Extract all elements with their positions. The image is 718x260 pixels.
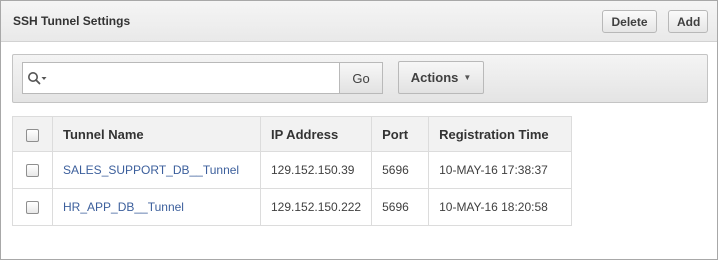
- search-input[interactable]: [53, 63, 382, 93]
- table-header-row: Tunnel Name IP Address Port Registration…: [12, 116, 572, 152]
- ip-address-cell: 129.152.150.222: [259, 188, 373, 226]
- column-header-ip-address[interactable]: IP Address: [259, 116, 373, 152]
- registration-time-cell: 10-MAY-16 17:38:37: [428, 151, 572, 189]
- search-field: [22, 62, 383, 94]
- go-button[interactable]: Go: [339, 62, 383, 94]
- tunnel-name-link[interactable]: HR_APP_DB__Tunnel: [63, 200, 184, 214]
- ip-address-cell: 129.152.150.39: [259, 151, 373, 189]
- tunnel-name-cell: SALES_SUPPORT_DB__Tunnel: [52, 151, 261, 189]
- table-row: HR_APP_DB__Tunnel 129.152.150.222 5696 1…: [12, 188, 572, 226]
- panel-header: SSH Tunnel Settings Delete Add: [1, 1, 717, 42]
- tunnels-table: Tunnel Name IP Address Port Registration…: [12, 116, 572, 226]
- caret-down-icon: ▼: [463, 73, 472, 82]
- column-header-tunnel-name[interactable]: Tunnel Name: [52, 116, 261, 152]
- search-toolbar: Go Actions ▼: [12, 54, 708, 103]
- row-checkbox[interactable]: [26, 201, 39, 215]
- add-button[interactable]: Add: [668, 10, 708, 33]
- tunnel-name-link[interactable]: SALES_SUPPORT_DB__Tunnel: [63, 163, 239, 177]
- row-checkbox[interactable]: [26, 164, 39, 178]
- column-header-registration-time[interactable]: Registration Time: [428, 116, 572, 152]
- actions-label: Actions: [410, 70, 459, 85]
- search-menu-button[interactable]: [23, 63, 53, 93]
- table-row: SALES_SUPPORT_DB__Tunnel 129.152.150.39 …: [12, 151, 572, 189]
- panel-title: SSH Tunnel Settings: [13, 14, 131, 28]
- row-select-cell: [12, 188, 53, 226]
- tunnel-name-cell: HR_APP_DB__Tunnel: [52, 188, 261, 226]
- caret-down-icon: [41, 77, 47, 80]
- row-select-cell: [12, 151, 53, 189]
- delete-button[interactable]: Delete: [602, 10, 657, 33]
- search-icon: [28, 72, 47, 85]
- port-cell: 5696: [371, 188, 430, 226]
- select-all-cell: [12, 116, 53, 152]
- select-all-checkbox[interactable]: [26, 128, 39, 142]
- column-header-port[interactable]: Port: [371, 116, 430, 152]
- actions-menu-button[interactable]: Actions ▼: [398, 61, 484, 94]
- ssh-tunnel-settings-panel: SSH Tunnel Settings Delete Add Go Action…: [0, 0, 718, 260]
- registration-time-cell: 10-MAY-16 18:20:58: [428, 188, 572, 226]
- port-cell: 5696: [371, 151, 430, 189]
